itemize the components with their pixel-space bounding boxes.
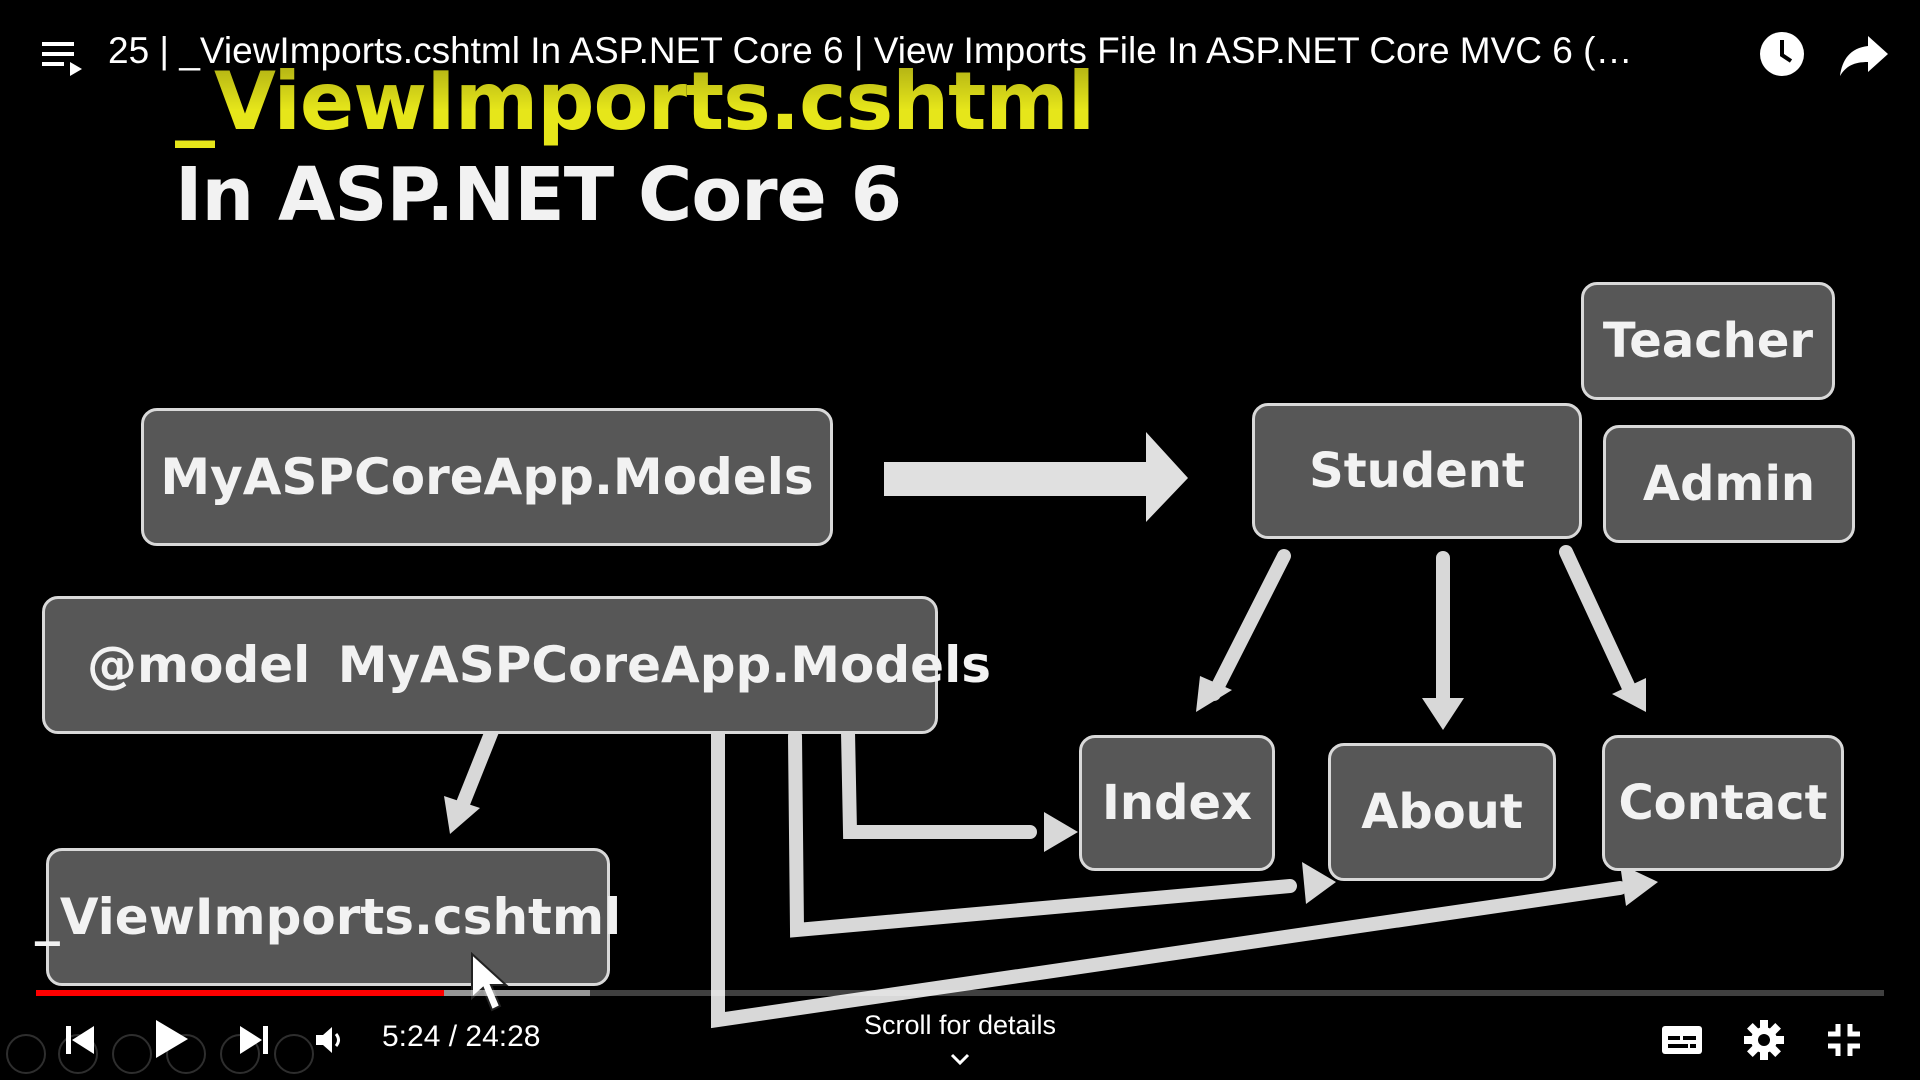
box-at-model: @model MyASPCoreApp.Models <box>42 596 991 734</box>
progress-played <box>36 990 445 996</box>
chevron-down-icon[interactable] <box>946 1049 974 1069</box>
progress-bar[interactable] <box>36 990 1884 996</box>
box-about: About <box>1328 743 1556 881</box>
arrow-models-to-student <box>884 432 1188 522</box>
top-bar: 25 | _ViewImports.cshtml In ASP.NET Core… <box>0 0 1920 110</box>
arrow-student-to-index <box>1207 549 1291 701</box>
box-myaspcoreapp-models: MyASPCoreApp.Models <box>141 408 833 546</box>
subtitles-icon[interactable] <box>1660 1020 1704 1060</box>
slide-title-line2: In ASP.NET Core 6 <box>175 152 902 238</box>
video-frame[interactable]: _ViewImports.cshtml In ASP.NET Core 6 <box>0 0 1920 1080</box>
box-student: Student <box>1252 403 1582 539</box>
box-viewimports: _ViewImports.cshtml <box>35 848 621 986</box>
mouse-cursor-icon <box>471 952 509 1012</box>
box-admin: Admin <box>1603 425 1855 543</box>
arrow-atmodel-to-index <box>841 725 1037 839</box>
gear-icon[interactable] <box>1742 1018 1786 1062</box>
exit-fullscreen-icon[interactable] <box>1822 1018 1866 1062</box>
playlist-icon[interactable] <box>36 28 92 84</box>
box-teacher: Teacher <box>1581 282 1835 400</box>
clock-icon[interactable] <box>1754 26 1810 82</box>
share-icon[interactable] <box>1836 26 1892 82</box>
video-title[interactable]: 25 | _ViewImports.cshtml In ASP.NET Core… <box>108 30 1632 72</box>
arrow-student-to-contact <box>1559 545 1637 697</box>
box-contact: Contact <box>1602 735 1844 871</box>
box-index: Index <box>1079 735 1275 871</box>
scroll-for-details[interactable]: Scroll for details <box>0 1010 1920 1041</box>
